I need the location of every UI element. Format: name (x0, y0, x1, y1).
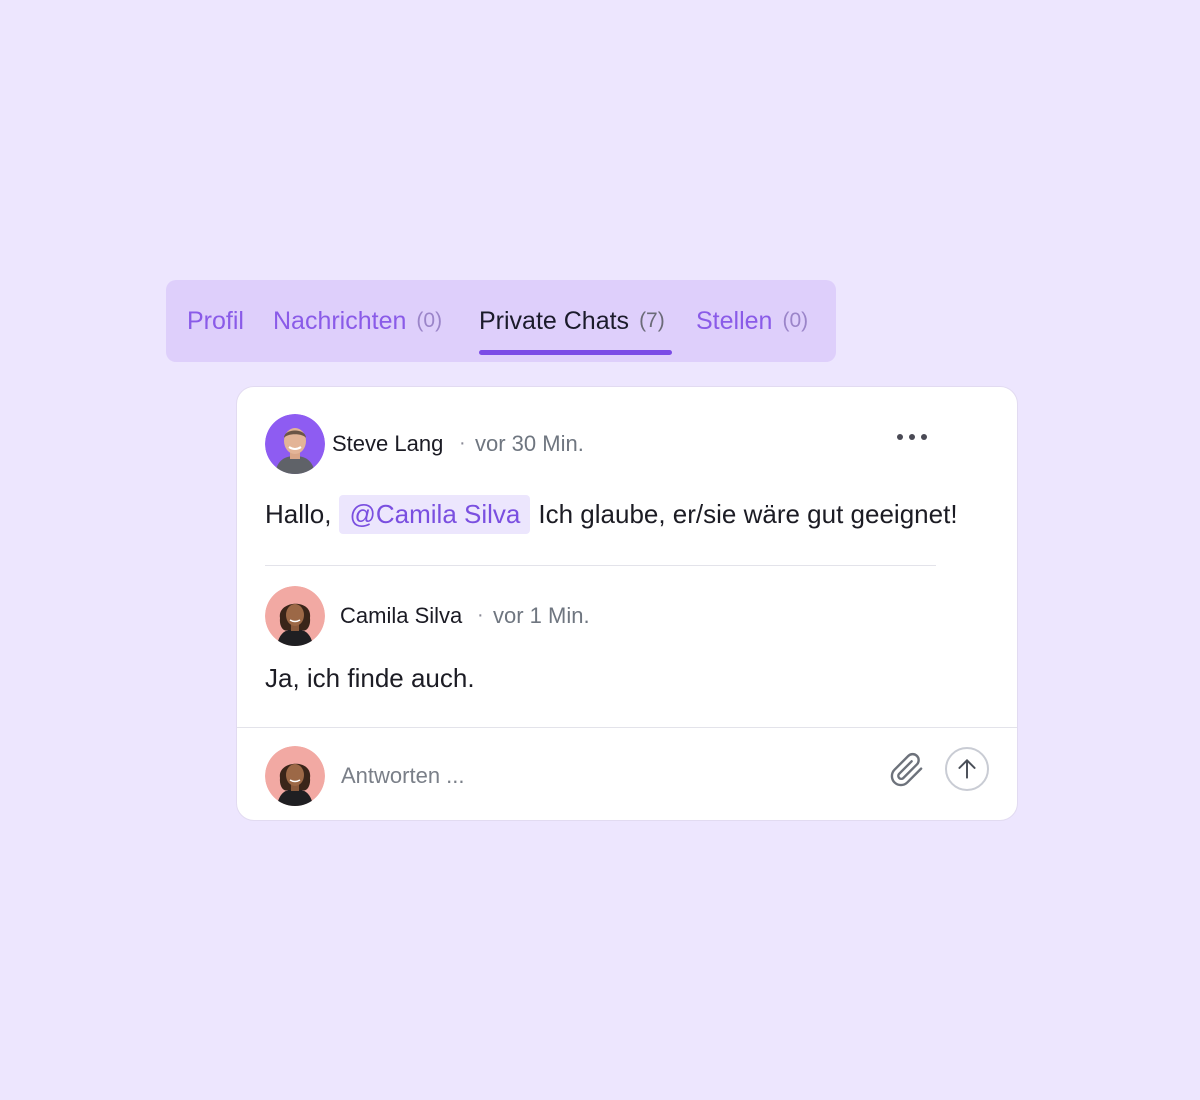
more-options-button[interactable] (897, 427, 927, 447)
more-horizontal-icon (897, 434, 903, 440)
tab-count: (0) (416, 309, 443, 332)
chat-card: Steve Lang · vor 30 Min. Hallo, @Camila … (236, 386, 1018, 821)
message-text-body: Ja, ich finde auch. (265, 663, 475, 693)
message-time: vor 1 Min. (493, 603, 590, 628)
reply-bar (237, 727, 1017, 820)
tab-count: (7) (639, 309, 665, 332)
tab-label: Stellen (696, 306, 773, 335)
tab-label: Private Chats (479, 306, 630, 335)
meta-separator: · (477, 604, 484, 626)
message-divider (265, 565, 936, 566)
message-text: Hallo, @Camila Silva Ich glaube, er/sie … (265, 495, 958, 534)
page: Profil Nachrichten (0) Private Chats (7)… (0, 0, 1200, 1100)
avatar-camila-silva (265, 586, 325, 646)
tab-profil[interactable]: Profil (187, 280, 244, 362)
tab-stellen[interactable]: Stellen (0) (696, 280, 808, 362)
author-name[interactable]: Steve Lang (332, 431, 443, 457)
avatar-current-user (265, 746, 325, 806)
paperclip-icon (890, 753, 923, 787)
message-text: Ja, ich finde auch. (265, 663, 475, 694)
tab-nachrichten[interactable]: Nachrichten (0) (273, 280, 442, 362)
attach-button[interactable] (889, 752, 925, 788)
more-dot (909, 434, 915, 440)
mention-chip[interactable]: @Camila Silva (339, 495, 531, 534)
tab-label: Nachrichten (273, 306, 407, 335)
message-time: vor 30 Min. (475, 431, 584, 456)
arrow-up-icon (958, 759, 976, 779)
reply-input[interactable] (339, 758, 863, 794)
tab-label: Profil (187, 306, 244, 335)
message-text-after: Ich glaube, er/sie wäre gut geeignet! (538, 499, 958, 529)
more-dot (921, 434, 927, 440)
meta-separator: · (459, 432, 466, 454)
author-name[interactable]: Camila Silva (340, 603, 462, 629)
send-button[interactable] (945, 747, 989, 791)
avatar-steve-lang (265, 414, 325, 474)
active-tab-indicator (479, 350, 672, 355)
tab-count: (0) (782, 309, 809, 332)
message-text-before: Hallo, (265, 499, 332, 529)
